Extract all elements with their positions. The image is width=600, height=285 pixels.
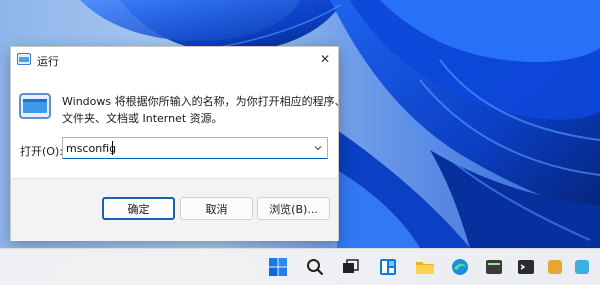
open-label: 打开(O): [20, 145, 63, 158]
terminal-icon[interactable] [516, 257, 536, 277]
text-caret [112, 141, 113, 155]
taskbar [0, 248, 600, 285]
run-dialog: 运行 ✕ Windows 将根据你所输入的名称，为你打开相应的程序、 文件夹、文… [10, 46, 346, 241]
app-icon-3[interactable] [572, 257, 592, 277]
open-combobox[interactable] [62, 137, 328, 159]
description-text: Windows 将根据你所输入的名称，为你打开相应的程序、 文件夹、文档或 In… [62, 93, 346, 127]
window-title: 运行 [37, 55, 59, 68]
app-icon-2[interactable] [545, 257, 565, 277]
file-explorer-icon[interactable] [415, 257, 435, 277]
run-icon [17, 53, 31, 65]
close-button[interactable]: ✕ [314, 49, 336, 69]
run-program-icon [19, 93, 51, 119]
description-line-1: Windows 将根据你所输入的名称，为你打开相应的程序、 [62, 95, 346, 108]
task-view-icon[interactable] [340, 257, 360, 277]
edge-icon[interactable] [450, 257, 470, 277]
ok-button[interactable]: 确定 [102, 197, 175, 220]
browse-button[interactable]: 浏览(B)... [257, 197, 330, 220]
windows-start-icon[interactable] [268, 257, 288, 277]
widgets-icon[interactable] [378, 257, 398, 277]
open-input[interactable] [66, 139, 296, 157]
button-bar: 确定 取消 浏览(B)... [11, 178, 338, 241]
description-line-2: 文件夹、文档或 Internet 资源。 [62, 112, 223, 125]
search-icon[interactable] [305, 257, 325, 277]
title-bar[interactable]: 运行 ✕ [11, 47, 338, 73]
app-icon[interactable] [484, 257, 504, 277]
cancel-button[interactable]: 取消 [180, 197, 253, 220]
chevron-down-icon[interactable] [311, 141, 325, 155]
